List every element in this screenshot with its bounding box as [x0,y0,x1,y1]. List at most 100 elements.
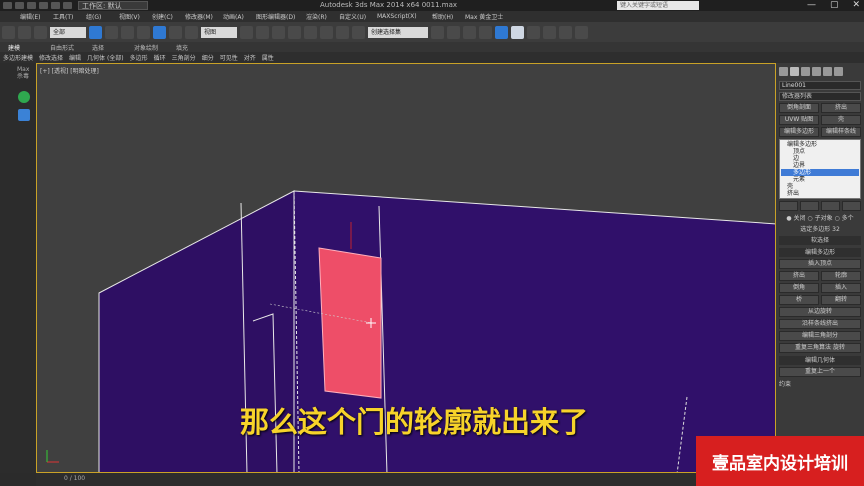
tab-modeling[interactable]: 建模 [8,43,50,52]
open-file-icon[interactable] [27,2,36,9]
show-end-result-icon[interactable] [800,201,819,211]
new-file-icon[interactable] [15,2,24,9]
stack-item-edit-poly[interactable]: 编辑多边形 [781,141,859,148]
stack-item-shell[interactable]: 壳 [781,183,859,190]
extrude-button[interactable]: 挤出 [821,103,861,113]
stack-item-border[interactable]: 边界 [781,162,859,169]
menu-animation[interactable]: 动画(A) [223,12,256,21]
time-slider-frame[interactable]: 0 / 100 [64,475,85,482]
option-off[interactable]: ● 关闭 [786,215,805,222]
bevel-profile-button[interactable]: 倒角剖面 [779,103,819,113]
rendered-frame-icon[interactable] [559,25,572,39]
angle-snap-icon[interactable] [304,25,317,39]
hinge-from-edge-button[interactable]: 从边旋转 [779,307,861,317]
menu-maxscript[interactable]: MAXScript(X) [377,13,432,20]
ribbon-polygons[interactable]: 多边形 [130,53,148,62]
mirror-icon[interactable] [431,25,444,39]
undo-icon[interactable] [51,2,60,9]
maximize-button[interactable]: ▢ [830,0,839,11]
display-tab-icon[interactable] [823,66,832,76]
ribbon-polygon-modeling[interactable]: 多边形建模 [3,53,33,62]
edit-spline-button[interactable]: 编辑样条线 [821,127,861,137]
layer-manager-icon[interactable] [463,25,476,39]
menu-max-guard[interactable]: Max 黄金卫士 [465,12,525,21]
align-icon[interactable] [447,25,460,39]
edit-named-selection-icon[interactable] [352,25,365,39]
utilities-tab-icon[interactable] [834,66,843,76]
tab-object-paint[interactable]: 对象绘制 [134,43,176,52]
pin-stack-icon[interactable] [779,201,798,211]
modifier-list-dropdown[interactable]: 修改器列表 [779,92,861,101]
menu-rendering[interactable]: 渲染(R) [306,12,339,21]
app-menu-icon[interactable] [3,2,12,9]
antivirus-scan-icon[interactable] [18,91,30,103]
menu-customize[interactable]: 自定义(U) [339,12,377,21]
menu-graph-editors[interactable]: 图形编辑器(D) [256,12,306,21]
percent-snap-icon[interactable] [320,25,333,39]
insert-vertex-button[interactable]: 插入顶点 [779,259,861,269]
select-rotate-icon[interactable] [169,25,182,39]
option-multi[interactable]: ○ 多个 [835,215,854,222]
menu-tools[interactable]: 工具(T) [53,12,86,21]
stack-item-edge[interactable]: 边 [781,155,859,162]
select-by-name-icon[interactable] [105,25,118,39]
window-crossing-icon[interactable] [137,25,150,39]
ribbon-edit[interactable]: 编辑 [69,53,81,62]
unlink-icon[interactable] [18,25,31,39]
menu-views[interactable]: 视图(V) [119,12,152,21]
create-tab-icon[interactable] [779,66,788,76]
select-move-icon[interactable] [153,25,166,39]
remove-modifier-icon[interactable] [842,201,861,211]
ribbon-properties[interactable]: 属性 [262,53,274,62]
schematic-view-icon[interactable] [511,25,524,39]
retriangulate-button[interactable]: 重复三角算法 旋转 [779,343,861,353]
keyboard-shortcut-icon[interactable] [272,25,285,39]
spinner-snap-icon[interactable] [336,25,349,39]
extrude-along-spline-button[interactable]: 沿样条线挤出 [779,319,861,329]
material-editor-icon[interactable] [527,25,540,39]
inset-button[interactable]: 插入 [821,283,861,293]
stack-item-polygon[interactable]: 多边形 [781,169,859,176]
ribbon-modify-selection[interactable]: 修改选择 [39,53,63,62]
ribbon-align[interactable]: 对齐 [244,53,256,62]
menu-edit[interactable]: 编辑(E) [20,12,53,21]
snaps-toggle-icon[interactable] [288,25,301,39]
modify-tab-icon[interactable] [790,66,799,76]
ribbon-geometry-all[interactable]: 几何体 (全部) [87,53,124,62]
repeat-last-button[interactable]: 重复上一个 [779,367,861,377]
save-file-icon[interactable] [39,2,48,9]
modifier-stack[interactable]: 编辑多边形 顶点 边 边界 多边形 元素 壳 挤出 [779,139,861,199]
graphite-toggle-icon[interactable] [479,25,492,39]
ribbon-loops[interactable]: 循环 [154,53,166,62]
named-selection-dropdown[interactable]: 创建选择集 [368,26,428,38]
hierarchy-tab-icon[interactable] [801,66,810,76]
bind-space-warp-icon[interactable] [34,25,47,39]
select-manipulate-icon[interactable] [256,25,269,39]
object-name-field[interactable]: Line001 [779,81,861,90]
menu-modifiers[interactable]: 修改器(M) [185,12,223,21]
ribbon-tris[interactable]: 三角剖分 [172,53,196,62]
edit-polygons-rollout[interactable]: 编辑多边形 [779,248,861,257]
stack-item-element[interactable]: 元素 [781,176,859,183]
shield-icon[interactable] [18,109,30,121]
menu-group[interactable]: 组(G) [86,12,119,21]
tab-freeform[interactable]: 自由形式 [50,43,92,52]
bridge-button[interactable]: 桥 [779,295,819,305]
ribbon-subdivision[interactable]: 细分 [202,53,214,62]
redo-icon[interactable] [63,2,72,9]
outline-button[interactable]: 轮廓 [821,271,861,281]
soft-selection-rollout[interactable]: 软选择 [779,236,861,245]
pivot-center-icon[interactable] [240,25,253,39]
reference-coordinate-dropdown[interactable]: 视图 [201,26,237,38]
motion-tab-icon[interactable] [812,66,821,76]
render-production-icon[interactable] [575,25,588,39]
menu-help[interactable]: 帮助(H) [432,12,465,21]
tab-selection[interactable]: 选择 [92,43,134,52]
edit-geometry-rollout[interactable]: 编辑几何体 [779,356,861,365]
curve-editor-icon[interactable] [495,25,508,39]
workspace-dropdown[interactable]: 工作区: 默认 [78,1,148,10]
edit-poly-button[interactable]: 编辑多边形 [779,127,819,137]
flip-button[interactable]: 翻转 [821,295,861,305]
rectangle-selection-icon[interactable] [121,25,134,39]
menu-create[interactable]: 创建(C) [152,12,185,21]
